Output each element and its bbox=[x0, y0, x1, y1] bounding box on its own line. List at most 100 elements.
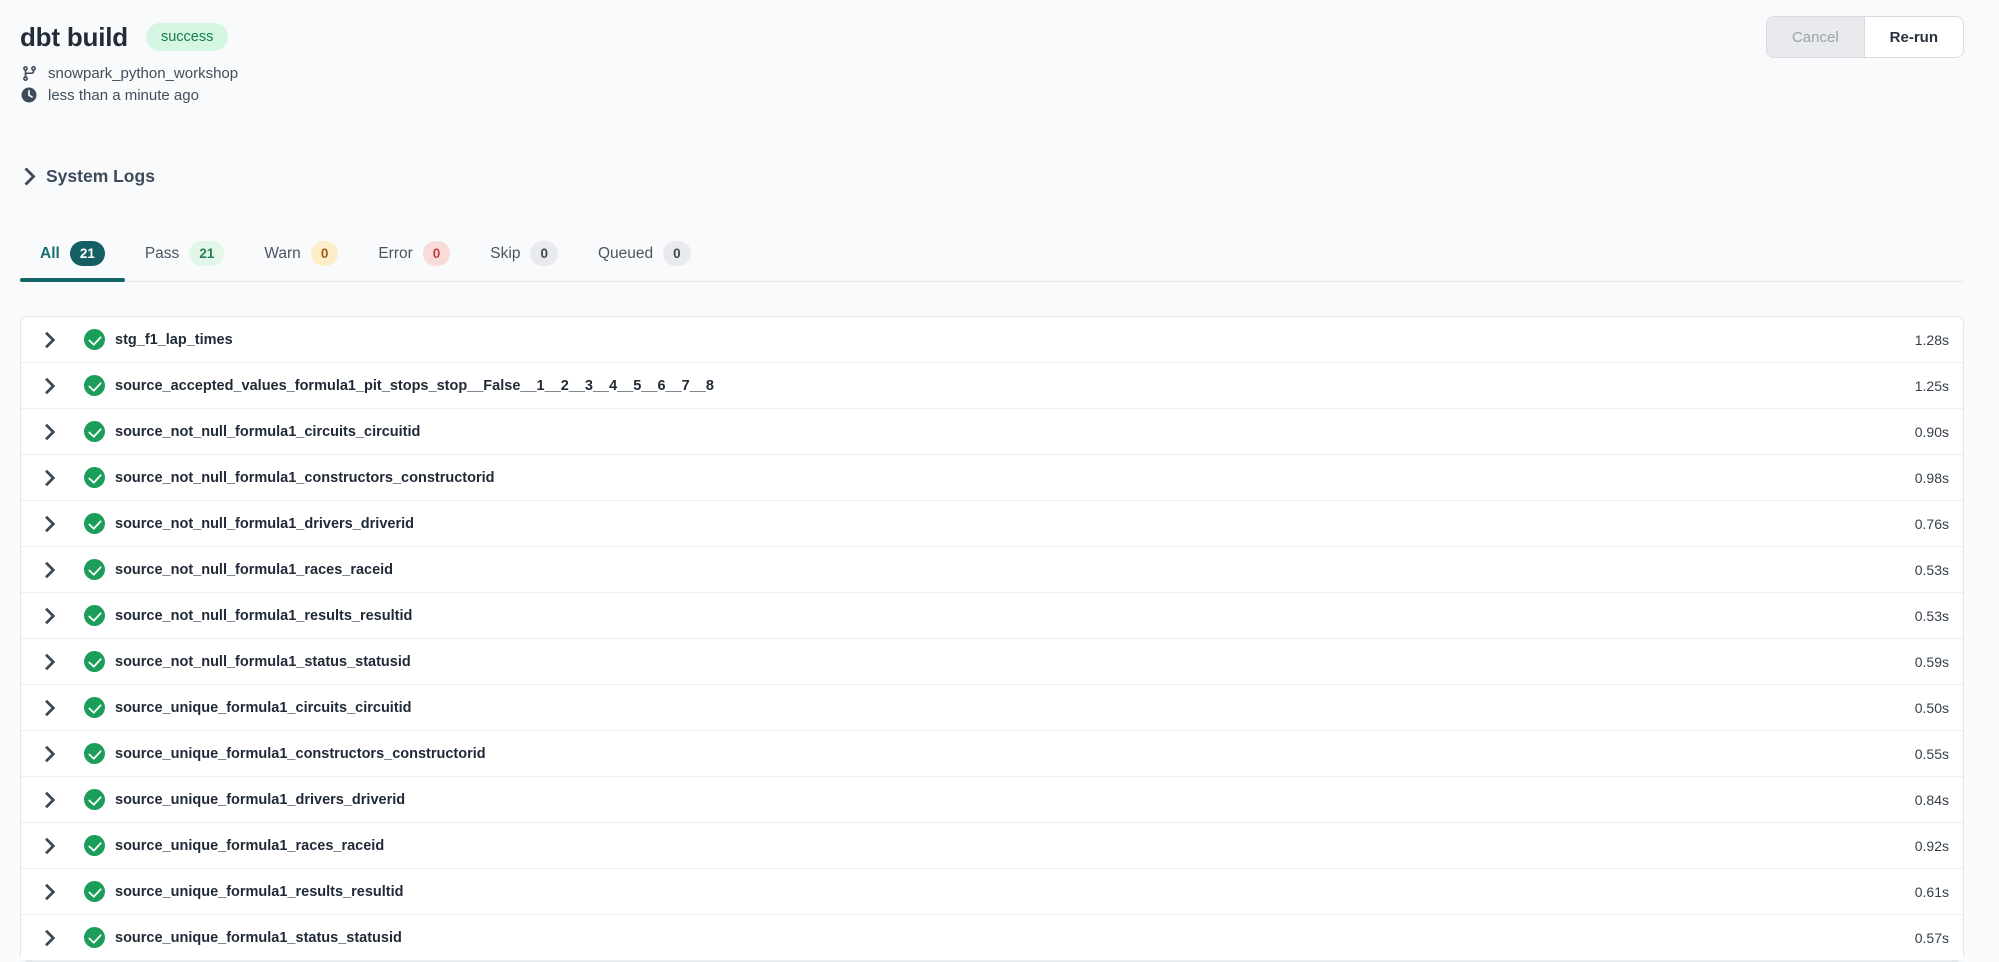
result-row[interactable]: source_not_null_formula1_races_raceid 0.… bbox=[21, 547, 1963, 593]
success-check-icon bbox=[84, 927, 105, 948]
tab-label: Error bbox=[378, 245, 412, 263]
system-logs-toggle[interactable]: System Logs bbox=[20, 166, 155, 187]
expand-chevron-icon[interactable] bbox=[41, 840, 53, 852]
tab-error[interactable]: Error 0 bbox=[358, 229, 470, 281]
node-name: source_not_null_formula1_constructors_co… bbox=[115, 470, 495, 486]
success-check-icon bbox=[84, 651, 105, 672]
success-check-icon bbox=[84, 881, 105, 902]
node-duration: 0.98s bbox=[1915, 470, 1949, 486]
expand-chevron-icon[interactable] bbox=[41, 518, 53, 530]
success-check-icon bbox=[84, 789, 105, 810]
run-time-ago: less than a minute ago bbox=[48, 87, 199, 104]
tab-all[interactable]: All 21 bbox=[20, 229, 125, 281]
tab-count-badge: 0 bbox=[530, 241, 558, 266]
node-duration: 1.28s bbox=[1915, 332, 1949, 348]
node-duration: 0.50s bbox=[1915, 700, 1949, 716]
tab-count-badge: 0 bbox=[423, 241, 451, 266]
expand-chevron-icon[interactable] bbox=[41, 334, 53, 346]
success-check-icon bbox=[84, 513, 105, 534]
cancel-button[interactable]: Cancel bbox=[1767, 17, 1864, 57]
run-actions-group: Cancel Re-run bbox=[1766, 16, 1964, 58]
node-duration: 0.53s bbox=[1915, 562, 1949, 578]
expand-chevron-icon[interactable] bbox=[41, 610, 53, 622]
result-row[interactable]: source_unique_formula1_constructors_cons… bbox=[21, 731, 1963, 777]
success-check-icon bbox=[84, 559, 105, 580]
run-results-list: stg_f1_lap_times 1.28s source_accepted_v… bbox=[20, 316, 1964, 962]
tab-label: Warn bbox=[264, 245, 300, 263]
result-row[interactable]: source_unique_formula1_races_raceid 0.92… bbox=[21, 823, 1963, 869]
tab-label: Skip bbox=[490, 245, 520, 263]
tab-label: Pass bbox=[145, 245, 179, 263]
branch-row: snowpark_python_workshop bbox=[20, 65, 1999, 82]
result-row[interactable]: source_not_null_formula1_results_resulti… bbox=[21, 593, 1963, 639]
branch-name: snowpark_python_workshop bbox=[48, 65, 238, 82]
node-duration: 0.92s bbox=[1915, 838, 1949, 854]
expand-chevron-icon[interactable] bbox=[41, 794, 53, 806]
rerun-button[interactable]: Re-run bbox=[1864, 17, 1963, 57]
page-title: dbt build bbox=[20, 22, 128, 53]
result-row[interactable]: source_not_null_formula1_status_statusid… bbox=[21, 639, 1963, 685]
result-row[interactable]: source_unique_formula1_results_resultid … bbox=[21, 869, 1963, 915]
clock-icon bbox=[20, 86, 38, 104]
tab-warn[interactable]: Warn 0 bbox=[244, 229, 358, 281]
run-meta: snowpark_python_workshop less than a min… bbox=[0, 65, 1999, 104]
tab-count-badge: 0 bbox=[663, 241, 691, 266]
success-check-icon bbox=[84, 375, 105, 396]
node-duration: 0.53s bbox=[1915, 608, 1949, 624]
node-name: source_unique_formula1_results_resultid bbox=[115, 884, 404, 900]
node-duration: 0.55s bbox=[1915, 746, 1949, 762]
node-name: source_not_null_formula1_circuits_circui… bbox=[115, 424, 420, 440]
node-name: source_unique_formula1_constructors_cons… bbox=[115, 746, 486, 762]
node-duration: 0.59s bbox=[1915, 654, 1949, 670]
node-name: source_not_null_formula1_status_statusid bbox=[115, 654, 411, 670]
success-check-icon bbox=[84, 329, 105, 350]
tab-count-badge: 21 bbox=[189, 241, 224, 266]
system-logs-label: System Logs bbox=[46, 166, 155, 187]
expand-chevron-icon[interactable] bbox=[41, 886, 53, 898]
node-duration: 0.84s bbox=[1915, 792, 1949, 808]
result-row[interactable]: source_not_null_formula1_constructors_co… bbox=[21, 455, 1963, 501]
expand-chevron-icon[interactable] bbox=[41, 932, 53, 944]
node-name: source_unique_formula1_drivers_driverid bbox=[115, 792, 405, 808]
tab-label: Queued bbox=[598, 245, 653, 263]
expand-chevron-icon[interactable] bbox=[41, 472, 53, 484]
time-row: less than a minute ago bbox=[20, 86, 1999, 104]
tab-pass[interactable]: Pass 21 bbox=[125, 229, 245, 281]
node-name: source_not_null_formula1_results_resulti… bbox=[115, 608, 412, 624]
success-check-icon bbox=[84, 605, 105, 626]
result-row[interactable]: source_unique_formula1_drivers_driverid … bbox=[21, 777, 1963, 823]
expand-chevron-icon[interactable] bbox=[41, 564, 53, 576]
node-name: source_unique_formula1_races_raceid bbox=[115, 838, 384, 854]
expand-chevron-icon[interactable] bbox=[41, 426, 53, 438]
run-header: dbt build success Cancel Re-run bbox=[0, 0, 1999, 58]
expand-chevron-icon[interactable] bbox=[41, 656, 53, 668]
chevron-right-icon bbox=[20, 170, 33, 183]
tab-count-badge: 0 bbox=[311, 241, 339, 266]
success-check-icon bbox=[84, 697, 105, 718]
tab-queued[interactable]: Queued 0 bbox=[578, 229, 711, 281]
run-detail-page: dbt build success Cancel Re-run snowpark… bbox=[0, 0, 1999, 962]
result-row[interactable]: stg_f1_lap_times 1.28s bbox=[21, 317, 1963, 363]
expand-chevron-icon[interactable] bbox=[41, 748, 53, 760]
expand-chevron-icon[interactable] bbox=[41, 380, 53, 392]
expand-chevron-icon[interactable] bbox=[41, 702, 53, 714]
result-row[interactable]: source_unique_formula1_circuits_circuiti… bbox=[21, 685, 1963, 731]
node-name: source_unique_formula1_circuits_circuiti… bbox=[115, 700, 412, 716]
node-duration: 0.76s bbox=[1915, 516, 1949, 532]
success-check-icon bbox=[84, 421, 105, 442]
node-duration: 0.90s bbox=[1915, 424, 1949, 440]
git-branch-icon bbox=[20, 65, 38, 82]
result-row[interactable]: source_accepted_values_formula1_pit_stop… bbox=[21, 363, 1963, 409]
node-duration: 0.61s bbox=[1915, 884, 1949, 900]
tab-label: All bbox=[40, 245, 60, 263]
result-row[interactable]: source_not_null_formula1_circuits_circui… bbox=[21, 409, 1963, 455]
result-row[interactable]: source_unique_formula1_status_statusid 0… bbox=[21, 915, 1963, 961]
status-badge: success bbox=[146, 23, 228, 51]
tab-skip[interactable]: Skip 0 bbox=[470, 229, 578, 281]
node-name: source_accepted_values_formula1_pit_stop… bbox=[115, 378, 714, 394]
success-check-icon bbox=[84, 835, 105, 856]
result-row[interactable]: source_not_null_formula1_drivers_driveri… bbox=[21, 501, 1963, 547]
tab-count-badge: 21 bbox=[70, 241, 105, 266]
node-duration: 0.57s bbox=[1915, 930, 1949, 946]
node-name: source_unique_formula1_status_statusid bbox=[115, 930, 402, 946]
